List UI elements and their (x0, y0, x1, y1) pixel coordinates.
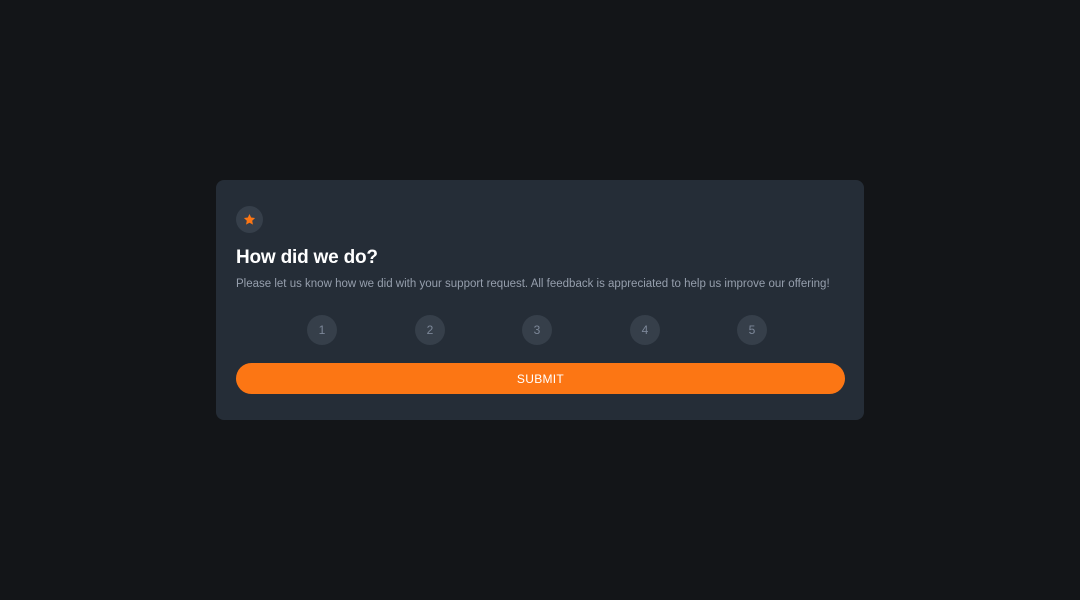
submit-button[interactable]: SUBMIT (236, 363, 845, 394)
card-description: Please let us know how we did with your … (236, 278, 830, 290)
rating-option-4[interactable]: 4 (630, 315, 660, 345)
rating-option-5[interactable]: 5 (737, 315, 767, 345)
rating-option-2[interactable]: 2 (415, 315, 445, 345)
rating-card: How did we do? Please let us know how we… (216, 180, 864, 420)
star-icon (236, 206, 263, 233)
card-title: How did we do? (236, 247, 378, 268)
rating-option-3[interactable]: 3 (522, 315, 552, 345)
rating-option-1[interactable]: 1 (307, 315, 337, 345)
